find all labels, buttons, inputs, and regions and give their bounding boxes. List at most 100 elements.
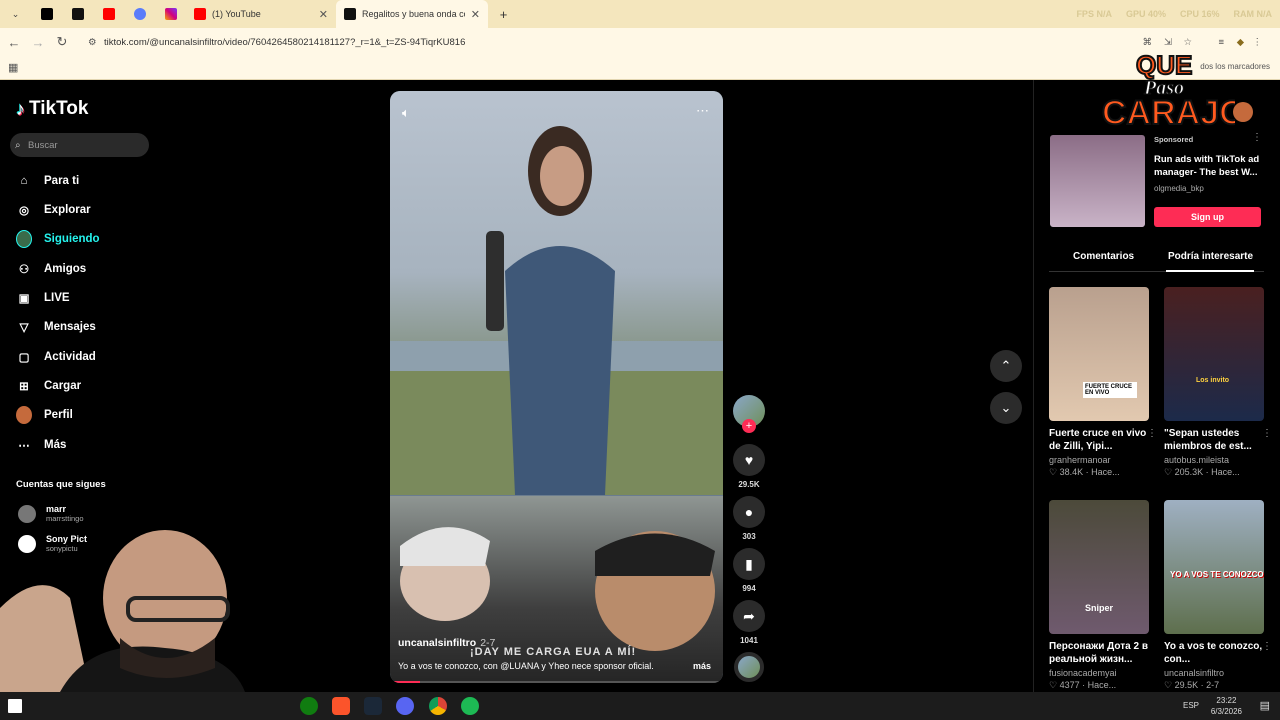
comment-button[interactable]: ● 303 [733, 496, 765, 541]
video-date: 2-7 [480, 637, 496, 649]
user-avatar[interactable] [1233, 102, 1253, 122]
video-description: Yo a vos te conozco, con @LUANA y Yheo n… [398, 661, 654, 671]
ad-options-icon[interactable]: ⋮ [1252, 132, 1262, 143]
follow-plus-icon[interactable]: + [742, 419, 756, 433]
share-button[interactable]: ➦ 1041 [733, 600, 765, 645]
video-options-icon[interactable]: ⋯ [696, 103, 709, 119]
following-account[interactable]: marr marrsttingo [18, 504, 84, 523]
card-author: granhermanoar [1049, 455, 1111, 465]
volume-icon[interactable]: 🔈︎ [402, 105, 410, 121]
tab-title: (1) YouTube [212, 9, 261, 19]
video-player[interactable]: 🔈︎ ⋯ ¡DAY ME CARGA EUA A MÍ! uncanalsinf… [390, 91, 723, 683]
tab-instagram[interactable] [155, 0, 186, 28]
clock[interactable]: 23:22 6/3/2026 [1211, 695, 1242, 717]
ad-text[interactable]: Run ads with TikTok ad manager- The best… [1154, 153, 1262, 179]
nav-mensajes[interactable]: ▽ Mensajes [16, 319, 96, 335]
cpu-readout: CPU 16% [1179, 9, 1220, 19]
recommended-video-card[interactable]: YO A VOS TE CONOZCO Yo a vos te conozco,… [1164, 500, 1272, 691]
recommended-video-card[interactable]: Los invito "Sepan ustedes miembros de es… [1164, 287, 1272, 478]
forward-arrow-icon[interactable]: → [26, 35, 50, 50]
search-input[interactable]: ⌕ Buscar [10, 133, 149, 157]
card-author: fusionacademyai [1049, 668, 1117, 678]
nav-siguiendo[interactable]: Siguiendo [16, 230, 100, 248]
tab-comentarios[interactable]: Comentarios [1073, 251, 1134, 262]
nav-actividad[interactable]: ▢ Actividad [16, 349, 96, 365]
more-link[interactable]: más [693, 661, 711, 671]
language-indicator[interactable]: ESP [1183, 701, 1199, 710]
ad-thumbnail[interactable] [1050, 135, 1145, 227]
recommended-video-card[interactable]: Sniper Персонажи Дота 2 в реальной жизн.… [1049, 500, 1149, 691]
url-field[interactable]: ⚙ tiktok.com/@uncanalsinfiltro/video/760… [84, 31, 1264, 53]
tab-youtube[interactable] [93, 0, 124, 28]
clock-date: 6/3/2026 [1210, 707, 1242, 716]
extension-icon[interactable]: ◆ [1237, 37, 1244, 48]
discord-icon[interactable] [396, 697, 414, 715]
nav-cargar[interactable]: ⊞ Cargar [16, 378, 81, 394]
close-icon[interactable]: ✕ [319, 8, 328, 21]
video-thumbnail: Los invito [1164, 287, 1264, 421]
ad-handle[interactable]: olgmedia_bkp [1154, 184, 1204, 193]
streamer-webcam-overlay [0, 530, 245, 692]
upload-icon: ⊞ [19, 381, 29, 393]
card-options-icon[interactable]: ⋮ [1262, 428, 1272, 439]
close-icon[interactable]: ✕ [471, 8, 480, 21]
card-options-icon[interactable]: ⋮ [1262, 641, 1272, 652]
windows-start-icon[interactable] [8, 699, 22, 713]
xbox-icon[interactable] [300, 697, 318, 715]
nav-label: Cargar [44, 380, 82, 392]
brave-icon[interactable] [332, 697, 350, 715]
apps-grid-icon[interactable]: ▦ [8, 61, 18, 74]
sign-up-button[interactable]: Sign up [1154, 207, 1261, 227]
heart-icon: ♥ [733, 444, 765, 476]
back-arrow-icon[interactable]: ← [2, 35, 26, 50]
video-author[interactable]: uncanalsinfiltro 2-7 [398, 637, 495, 649]
tab-podria-interesarte[interactable]: Podría interesarte [1168, 251, 1253, 262]
steam-icon[interactable] [364, 697, 382, 715]
tiktok-icon [71, 8, 84, 20]
nav-explorar[interactable]: ◎ Explorar [16, 202, 91, 218]
card-caption: Yo a vos te conozco, con... [1164, 641, 1263, 665]
kebab-menu-icon[interactable]: ⋮ [1253, 37, 1263, 48]
recommended-video-card[interactable]: FUERTE CRUCE EN VIVO Fuerte cruce en viv… [1049, 287, 1157, 478]
tiktok-logo[interactable]: ♪ TikTok [16, 98, 88, 120]
save-button[interactable]: ▮ 994 [733, 548, 765, 593]
card-stats: ♡ 29.5K · 2-7 [1164, 680, 1220, 690]
youtube-icon [194, 8, 206, 20]
previous-video-button[interactable]: ⌃ [990, 350, 1022, 382]
music-disc-icon [734, 652, 764, 682]
friends-icon: ⚇ [18, 264, 30, 276]
like-button[interactable]: ♥ 29.5K [733, 444, 765, 489]
tab-tiktok[interactable] [62, 0, 93, 28]
notifications-icon[interactable]: ▤ [1260, 699, 1270, 712]
nav-live[interactable]: ▣ LIVE [16, 290, 70, 306]
site-info-icon[interactable]: ⚙ [88, 37, 97, 48]
creator-avatar-button[interactable]: + [733, 395, 765, 433]
sound-disc-button[interactable] [733, 652, 765, 682]
card-author: autobus.mileista [1164, 455, 1230, 465]
nav-amigos[interactable]: ⚇ Amigos [16, 261, 86, 277]
tab-menu-button[interactable]: ⌄ [0, 0, 31, 28]
bookmark-star-icon[interactable]: ☆ [1183, 37, 1192, 48]
tab-youtube-main[interactable]: (1) YouTube ✕ [186, 0, 336, 28]
tab-messenger[interactable] [124, 0, 155, 28]
ram-readout: RAM N/A [1233, 9, 1273, 19]
profile-avatar-icon [16, 406, 32, 424]
tab-x[interactable] [31, 0, 62, 28]
install-icon[interactable]: ⇲ [1164, 37, 1172, 48]
card-stat-value: 4377 · Hace... [1059, 680, 1117, 690]
progress-bar[interactable] [390, 681, 723, 683]
tab-tiktok-video[interactable]: Regalitos y buena onda con Lu ✕ [336, 0, 488, 28]
new-tab-button[interactable]: + [488, 0, 519, 28]
reading-list-icon[interactable]: ≡ [1218, 37, 1224, 48]
card-options-icon[interactable]: ⋮ [1147, 428, 1157, 439]
next-video-button[interactable]: ⌄ [990, 392, 1022, 424]
nav-mas[interactable]: ⋯ Más [16, 437, 66, 453]
spotify-icon[interactable] [461, 697, 479, 715]
nav-para-ti[interactable]: ⌂ Para ti [16, 173, 80, 189]
translate-icon[interactable]: ⌘ [1143, 37, 1153, 48]
live-icon: ▣ [18, 293, 30, 305]
chrome-icon[interactable] [429, 697, 447, 715]
nav-label: LIVE [44, 292, 70, 304]
reload-icon[interactable]: ↻ [50, 34, 74, 50]
nav-perfil[interactable]: Perfil [16, 406, 73, 424]
